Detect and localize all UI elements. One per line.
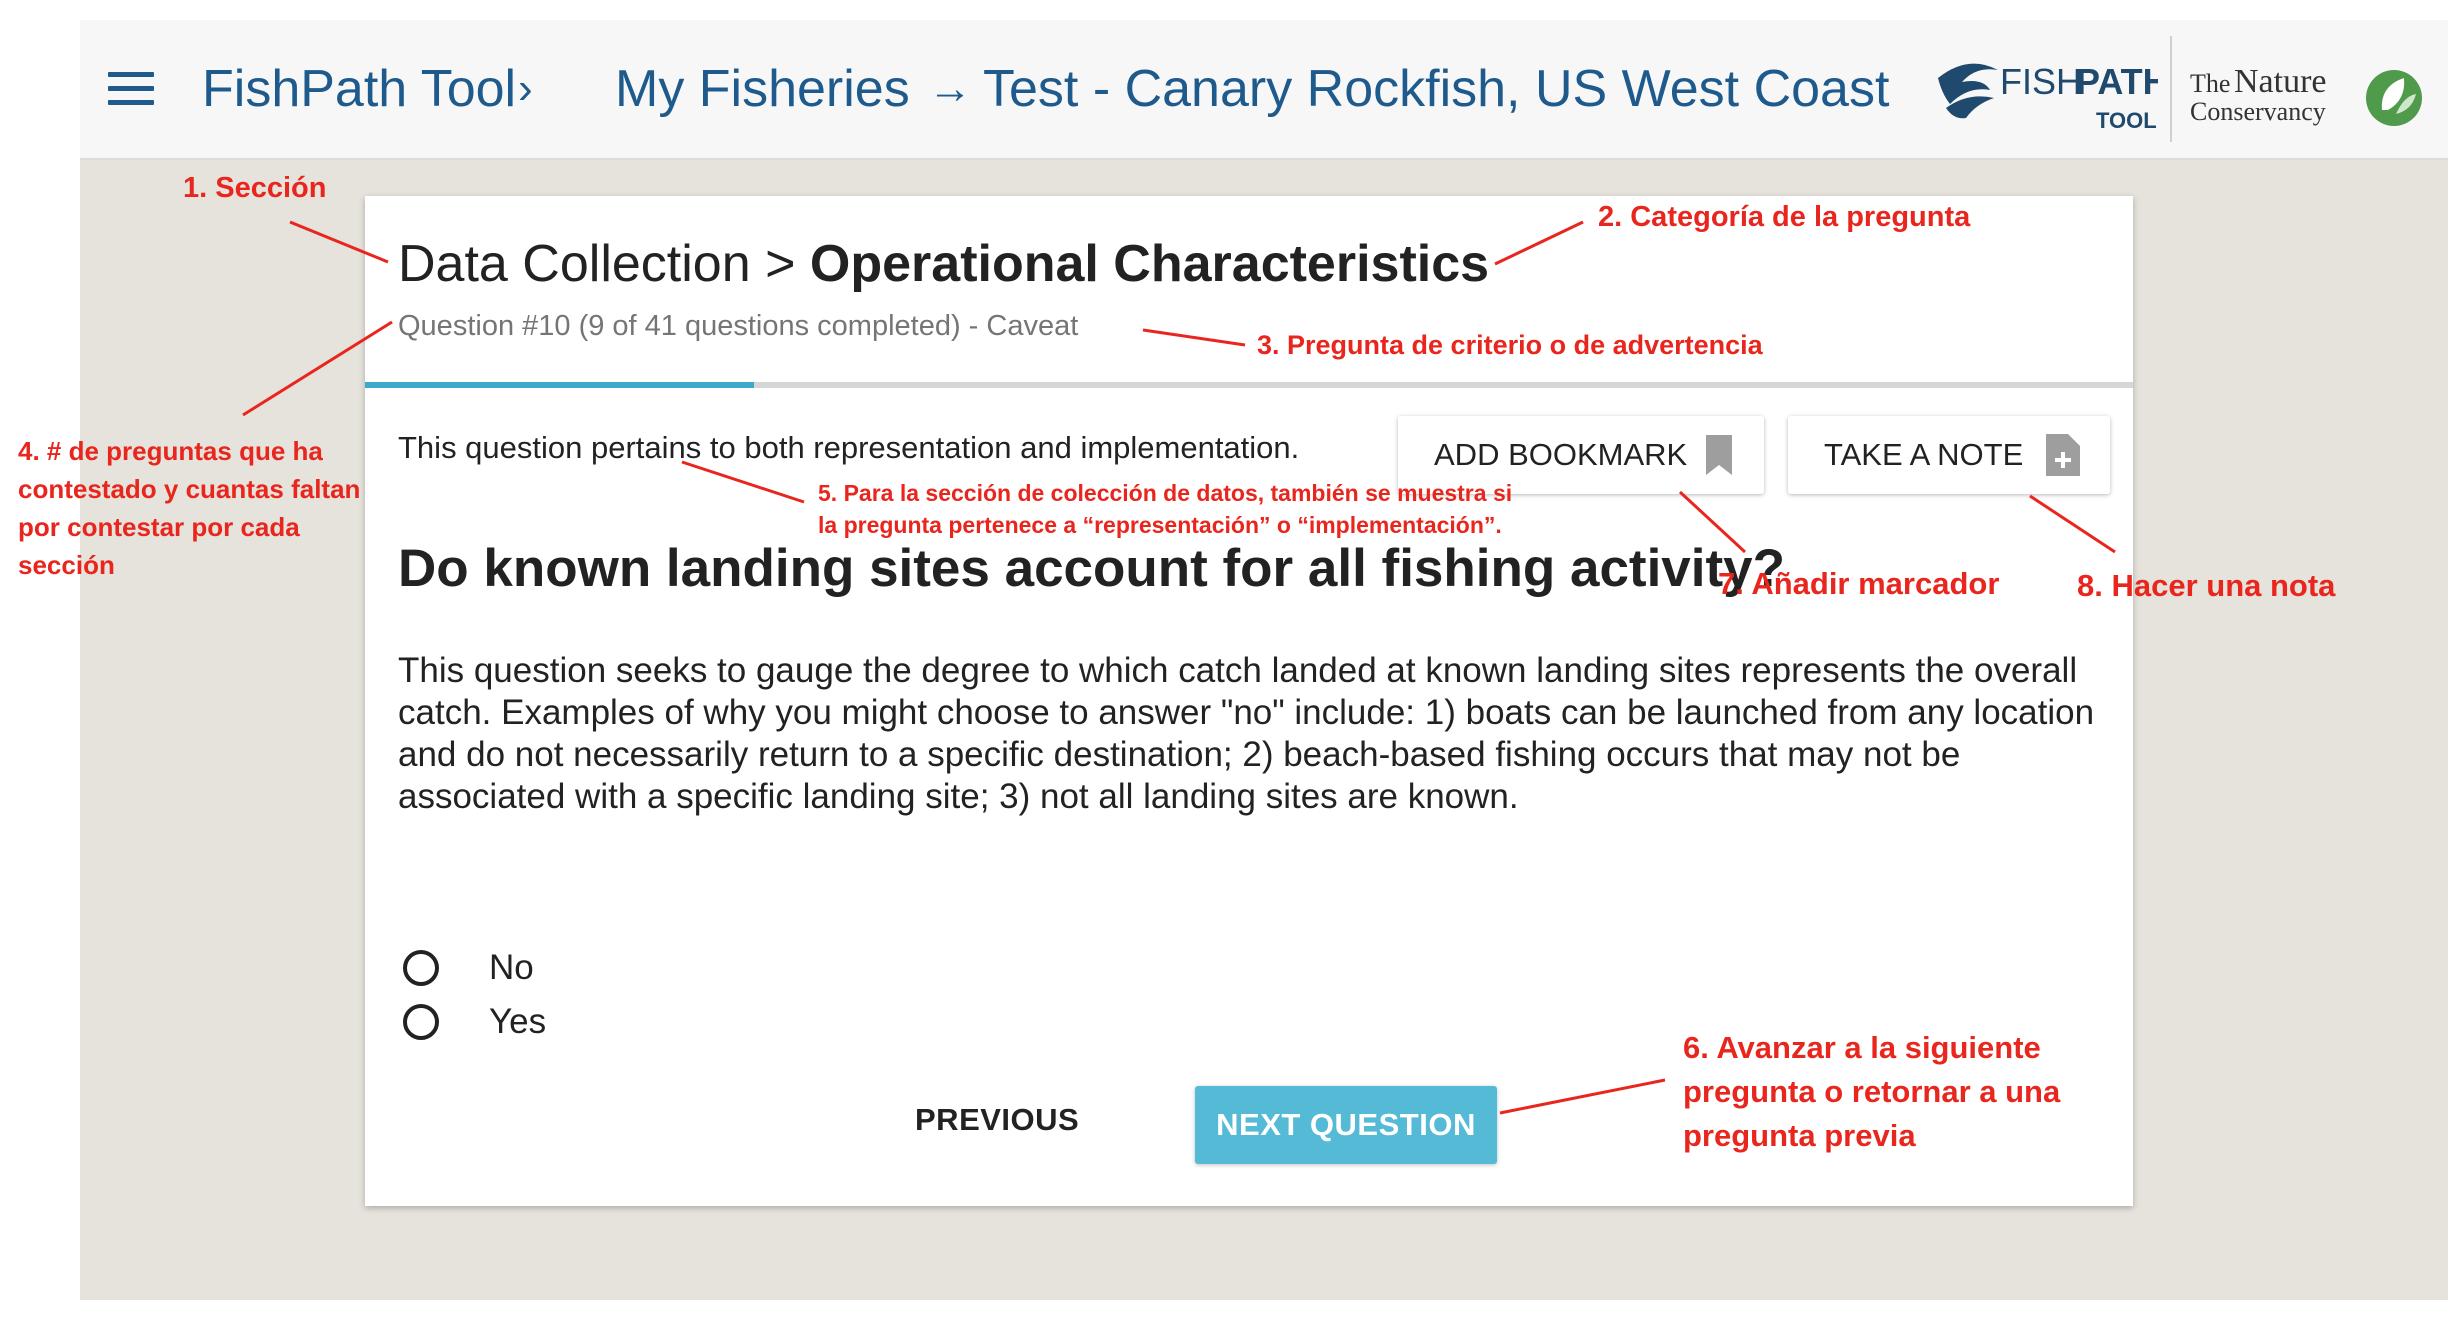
annotation-arrows <box>242 220 2116 1115</box>
annotation-4: 4. # de preguntas que ha contestado y cu… <box>18 436 361 580</box>
annotation-6: 6. Avanzar a la siguiente pregunta o ret… <box>1683 1030 2061 1153</box>
annotation-3: 3. Pregunta de criterio o de advertencia <box>1257 330 1763 360</box>
annotation-8: 8. Hacer una nota <box>2077 568 2336 603</box>
annotation-2: 2. Categoría de la pregunta <box>1598 201 1971 233</box>
annotation-1: 1. Sección <box>183 172 327 204</box>
annotation-5: 5. Para la sección de colección de datos… <box>818 480 1513 538</box>
annotation-7: 7. Añadir marcador <box>1718 566 2000 601</box>
